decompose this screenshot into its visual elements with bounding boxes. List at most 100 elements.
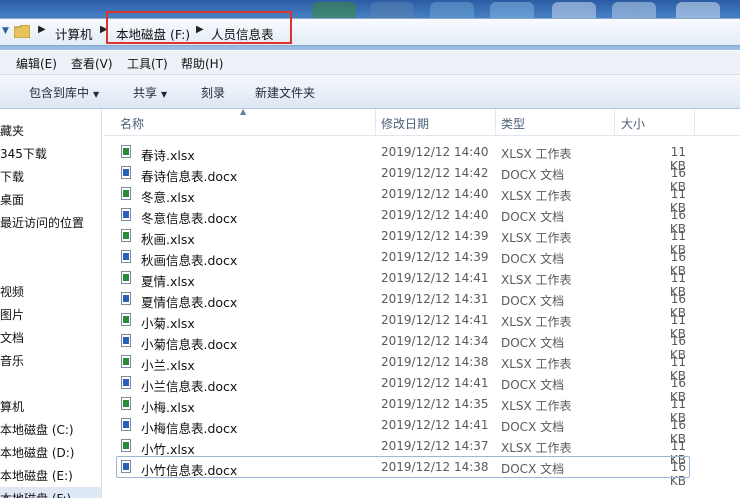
file-name: 小梅.xlsx xyxy=(141,400,195,415)
file-row[interactable]: 秋画信息表.docx 2019/12/12 14:39 DOCX 文档 16 KB xyxy=(104,247,740,278)
breadcrumb-separator-icon[interactable]: ▶ xyxy=(38,24,46,35)
file-type-mark xyxy=(123,190,129,197)
file-type-mark xyxy=(123,169,129,176)
nav-item-drive-d[interactable]: 本地磁盘 (D:) xyxy=(0,444,74,461)
excel-file-icon xyxy=(121,229,131,242)
file-type: DOCX 文档 xyxy=(501,336,565,350)
annotation-highlight-box xyxy=(106,11,292,44)
command-toolbar: 包含到库中 ▼ 共享 ▼ 刻录 新建文件夹 xyxy=(0,75,740,109)
file-row[interactable]: 小菊.xlsx 2019/12/12 14:41 XLSX 工作表 11 KB xyxy=(104,310,740,341)
file-type: DOCX 文档 xyxy=(501,420,565,434)
nav-item-downloads-345[interactable]: 345下载 xyxy=(0,145,47,162)
file-modified-date: 2019/12/12 14:38 xyxy=(381,355,489,369)
file-type: XLSX 工作表 xyxy=(501,231,572,245)
nav-item-pictures[interactable]: 图片 xyxy=(0,306,24,323)
chevron-down-icon[interactable]: ▼ xyxy=(2,26,12,36)
file-name: 小梅信息表.docx xyxy=(141,421,238,436)
file-type-mark xyxy=(123,337,129,344)
file-row[interactable]: 冬意.xlsx 2019/12/12 14:40 XLSX 工作表 11 KB xyxy=(104,184,740,215)
file-row[interactable]: 夏情信息表.docx 2019/12/12 14:31 DOCX 文档 16 KB xyxy=(104,289,740,320)
column-divider[interactable] xyxy=(495,109,496,135)
file-type-mark xyxy=(123,442,129,449)
excel-file-icon xyxy=(121,187,131,200)
file-type-mark xyxy=(123,358,129,365)
excel-file-icon xyxy=(121,439,131,452)
word-file-icon xyxy=(121,166,131,179)
file-type-mark xyxy=(123,148,129,155)
nav-item-favorites[interactable]: 藏夹 xyxy=(0,122,24,139)
file-row[interactable]: 春诗.xlsx 2019/12/12 14:40 XLSX 工作表 11 KB xyxy=(104,142,740,173)
include-in-library-button[interactable]: 包含到库中 ▼ xyxy=(29,84,99,101)
file-type: DOCX 文档 xyxy=(501,378,565,392)
nav-item-drive-e[interactable]: 本地磁盘 (E:) xyxy=(0,467,73,484)
column-divider[interactable] xyxy=(694,109,695,135)
file-name: 春诗.xlsx xyxy=(141,148,195,163)
file-type: XLSX 工作表 xyxy=(501,441,572,455)
breadcrumb-computer[interactable]: 计算机 xyxy=(55,24,93,43)
word-file-icon xyxy=(121,208,131,221)
file-type-mark xyxy=(123,274,129,281)
include-in-library-label: 包含到库中 xyxy=(29,86,90,100)
file-row[interactable]: 小梅信息表.docx 2019/12/12 14:41 DOCX 文档 16 KB xyxy=(104,415,740,446)
file-row[interactable]: 冬意信息表.docx 2019/12/12 14:40 DOCX 文档 16 KB xyxy=(104,205,740,236)
file-name: 春诗信息表.docx xyxy=(141,169,238,184)
excel-file-icon xyxy=(121,145,131,158)
excel-file-icon xyxy=(121,355,131,368)
chevron-down-icon: ▼ xyxy=(93,90,100,99)
column-header-size[interactable]: 大小 xyxy=(621,115,645,132)
excel-file-icon xyxy=(121,271,131,284)
file-row[interactable]: 小兰信息表.docx 2019/12/12 14:41 DOCX 文档 16 KB xyxy=(104,373,740,404)
nav-item-documents[interactable]: 文档 xyxy=(0,329,24,346)
file-modified-date: 2019/12/12 14:40 xyxy=(381,145,489,159)
file-modified-date: 2019/12/12 14:42 xyxy=(381,166,489,180)
new-folder-button[interactable]: 新建文件夹 xyxy=(255,84,315,101)
nav-item-music[interactable]: 音乐 xyxy=(0,352,24,369)
file-name: 秋画.xlsx xyxy=(141,232,195,247)
file-name: 小兰.xlsx xyxy=(141,358,195,373)
nav-item-drive-f[interactable]: 本地磁盘 (F:) xyxy=(0,490,71,498)
menu-help[interactable]: 帮助(H) xyxy=(181,55,223,72)
file-row[interactable]: 小兰.xlsx 2019/12/12 14:38 XLSX 工作表 11 KB xyxy=(104,352,740,383)
menu-tools[interactable]: 工具(T) xyxy=(127,55,168,72)
file-row[interactable]: 小菊信息表.docx 2019/12/12 14:34 DOCX 文档 16 KB xyxy=(104,331,740,362)
file-type: XLSX 工作表 xyxy=(501,189,572,203)
file-type-mark xyxy=(123,421,129,428)
word-file-icon xyxy=(121,376,131,389)
excel-file-icon xyxy=(121,397,131,410)
column-header-type[interactable]: 类型 xyxy=(501,115,525,132)
column-header-modified[interactable]: 修改日期 xyxy=(381,115,429,132)
nav-item-videos[interactable]: 视频 xyxy=(0,283,24,300)
share-label: 共享 xyxy=(133,86,158,100)
word-file-icon xyxy=(121,418,131,431)
nav-item-drive-c[interactable]: 本地磁盘 (C:) xyxy=(0,421,74,438)
nav-item-desktop[interactable]: 桌面 xyxy=(0,191,24,208)
file-modified-date: 2019/12/12 14:41 xyxy=(381,271,489,285)
file-row[interactable]: 春诗信息表.docx 2019/12/12 14:42 DOCX 文档 16 KB xyxy=(104,163,740,194)
column-divider[interactable] xyxy=(614,109,615,135)
menu-edit[interactable]: 编辑(E) xyxy=(16,55,57,72)
file-type: XLSX 工作表 xyxy=(501,399,572,413)
file-type-mark xyxy=(123,232,129,239)
file-row[interactable]: 小梅.xlsx 2019/12/12 14:35 XLSX 工作表 11 KB xyxy=(104,394,740,425)
file-type: DOCX 文档 xyxy=(501,210,565,224)
column-divider[interactable] xyxy=(375,109,376,135)
column-header-name[interactable]: 名称 xyxy=(120,115,144,132)
sort-ascending-icon: ▲ xyxy=(240,107,247,116)
file-modified-date: 2019/12/12 14:41 xyxy=(381,313,489,327)
menu-view[interactable]: 查看(V) xyxy=(71,55,113,72)
file-row[interactable]: 小竹.xlsx 2019/12/12 14:37 XLSX 工作表 11 KB xyxy=(104,436,740,467)
nav-item-downloads[interactable]: 下载 xyxy=(0,168,24,185)
navigation-pane: 藏夹 345下载 下载 桌面 最近访问的位置 视频 图片 文档 音乐 算机 本地… xyxy=(0,109,102,498)
file-row[interactable]: 秋画.xlsx 2019/12/12 14:39 XLSX 工作表 11 KB xyxy=(104,226,740,257)
nav-item-recent-places[interactable]: 最近访问的位置 xyxy=(0,214,84,231)
burn-button[interactable]: 刻录 xyxy=(201,84,225,101)
folder-icon xyxy=(14,25,30,38)
share-button[interactable]: 共享 ▼ xyxy=(133,84,167,101)
file-modified-date: 2019/12/12 14:40 xyxy=(381,187,489,201)
nav-item-computer[interactable]: 算机 xyxy=(0,398,24,415)
file-name: 夏情信息表.docx xyxy=(141,295,238,310)
file-type-mark xyxy=(123,400,129,407)
file-type-mark xyxy=(123,211,129,218)
file-row[interactable]: 夏情.xlsx 2019/12/12 14:41 XLSX 工作表 11 KB xyxy=(104,268,740,299)
file-modified-date: 2019/12/12 14:34 xyxy=(381,334,489,348)
